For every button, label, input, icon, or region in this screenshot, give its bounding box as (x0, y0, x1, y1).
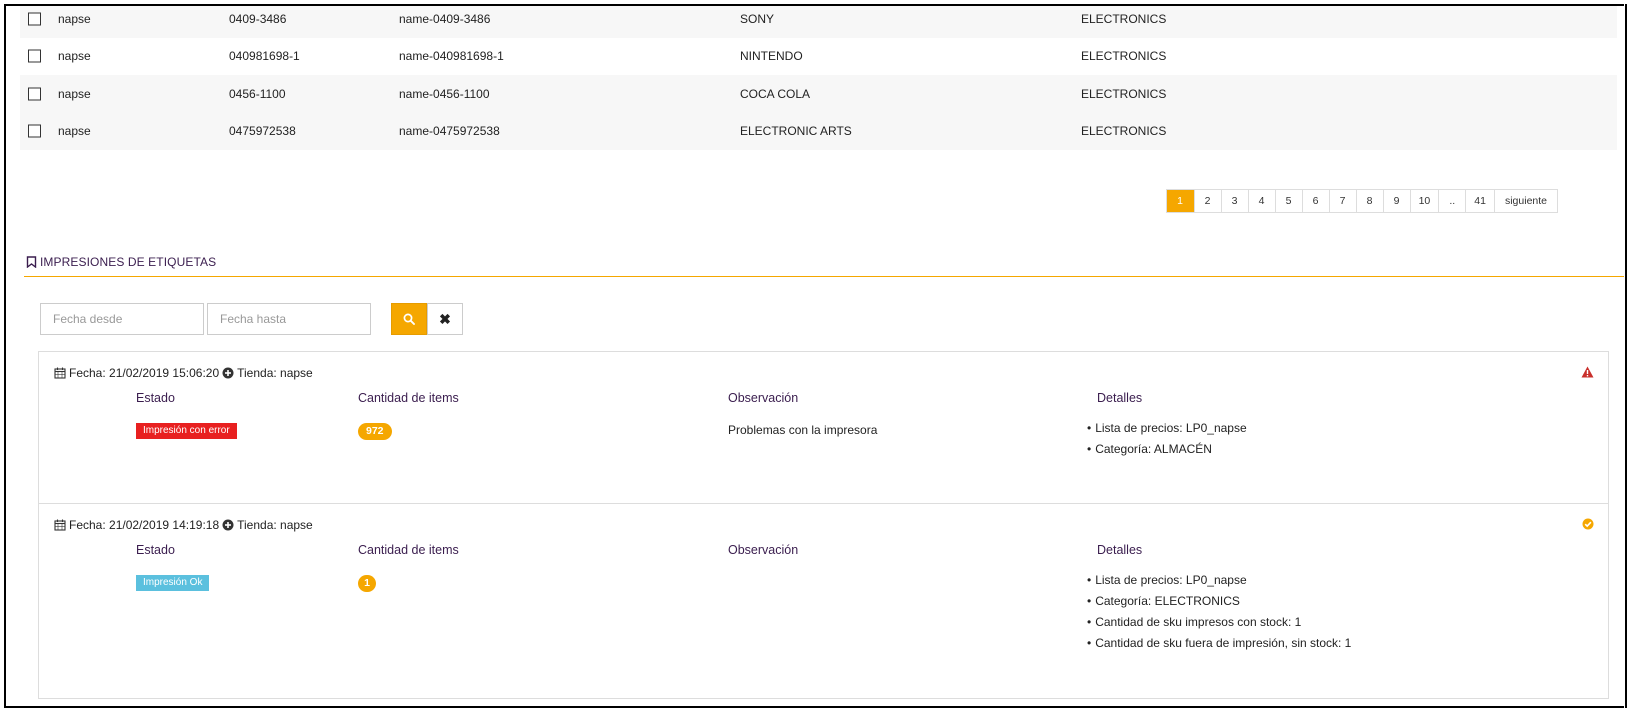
cell-category: ELECTRONICS (1081, 86, 1167, 101)
detail-item: Categoría: ELECTRONICS (1087, 591, 1351, 612)
row-checkbox[interactable] (28, 12, 41, 26)
cell-brand: SONY (740, 11, 775, 26)
section-title: IMPRESIONES DE ETIQUETAS (26, 255, 216, 269)
items-count-badge: 972 (358, 423, 392, 440)
cell-brand: ELECTRONIC ARTS (740, 124, 852, 139)
print-record-header: Fecha: 21/02/2019 14:19:18 Tienda: napse (54, 518, 313, 532)
col-detalles: Detalles (1097, 391, 1143, 405)
next-page-button[interactable]: siguiente (1493, 190, 1557, 212)
page-41[interactable]: 41 (1465, 190, 1494, 212)
col-cantidad: Cantidad de items (358, 543, 459, 557)
print-store: Tienda: napse (237, 518, 313, 532)
print-record-header: Fecha: 21/02/2019 15:06:20 Tienda: napse (54, 366, 313, 380)
products-table: napse 0409-3486 name-0409-3486 SONY ELEC… (20, 6, 1617, 150)
col-estado: Estado (136, 543, 175, 557)
cell-category: ELECTRONICS (1081, 49, 1167, 64)
page-4[interactable]: 4 (1247, 190, 1275, 212)
cell-brand: COCA COLA (740, 86, 811, 101)
table-row[interactable]: napse 0475972538 name-0475972538 ELECTRO… (20, 112, 1617, 150)
cell-code: 0409-3486 (229, 11, 287, 26)
row-checkbox[interactable] (28, 87, 41, 101)
cell-code: 040981698-1 (229, 49, 300, 64)
col-observacion: Observación (728, 543, 799, 557)
details-list: Lista de precios: LP0_napse Categoría: E… (1087, 570, 1351, 654)
plus-circle-icon (222, 519, 234, 531)
page-9[interactable]: 9 (1382, 190, 1410, 212)
row-checkbox[interactable] (28, 124, 41, 138)
page-2[interactable]: 2 (1193, 190, 1221, 212)
cell-store: napse (58, 49, 91, 64)
print-record: Fecha: 21/02/2019 15:06:20 Tienda: napse… (38, 351, 1609, 504)
cell-category: ELECTRONICS (1081, 11, 1167, 26)
page-6[interactable]: 6 (1301, 190, 1329, 212)
page-3[interactable]: 3 (1220, 190, 1248, 212)
cell-name: name-0475972538 (399, 124, 500, 139)
row-checkbox[interactable] (28, 49, 41, 63)
col-detalles: Detalles (1097, 543, 1143, 557)
table-row[interactable]: napse 040981698-1 name-040981698-1 NINTE… (20, 38, 1617, 76)
status-badge: Impresión Ok (136, 575, 210, 591)
detail-item: Cantidad de sku impresos con stock: 1 (1087, 612, 1351, 633)
pagination: 1 2 3 4 5 6 7 8 9 10 .. 41 siguiente (1165, 189, 1558, 213)
cell-store: napse (58, 86, 91, 101)
page-7[interactable]: 7 (1328, 190, 1356, 212)
date-from-input[interactable]: Fecha desde (40, 303, 204, 335)
clear-button[interactable]: ✖ (427, 303, 463, 335)
plus-circle-icon (222, 367, 234, 379)
page-ellipsis[interactable]: .. (1438, 190, 1466, 212)
table-row[interactable]: napse 0409-3486 name-0409-3486 SONY ELEC… (20, 6, 1617, 38)
table-row[interactable]: napse 0456-1100 name-0456-1100 COCA COLA… (20, 75, 1617, 113)
print-record: Fecha: 21/02/2019 14:19:18 Tienda: napse… (38, 503, 1609, 699)
cell-store: napse (58, 11, 91, 26)
close-icon: ✖ (439, 310, 451, 327)
cell-category: ELECTRONICS (1081, 124, 1167, 139)
frame-edge (1625, 4, 1631, 708)
print-date: Fecha: 21/02/2019 15:06:20 (69, 366, 220, 380)
search-button[interactable] (391, 303, 427, 335)
items-count-badge: 1 (358, 575, 376, 592)
cell-code: 0456-1100 (229, 86, 286, 101)
cell-name: name-040981698-1 (399, 49, 504, 64)
col-observacion: Observación (728, 391, 799, 405)
section-divider (24, 276, 1624, 277)
section-title-text: IMPRESIONES DE ETIQUETAS (40, 255, 217, 269)
cell-store: napse (58, 124, 91, 139)
calendar-icon (54, 367, 66, 379)
status-badge: Impresión con error (136, 423, 237, 439)
page-5[interactable]: 5 (1274, 190, 1302, 212)
detail-item: Lista de precios: LP0_napse (1087, 418, 1246, 439)
col-cantidad: Cantidad de items (358, 391, 459, 405)
warning-icon (1581, 366, 1594, 378)
detail-item: Lista de precios: LP0_napse (1087, 570, 1351, 591)
cell-name: name-0409-3486 (399, 11, 491, 26)
col-estado: Estado (136, 391, 175, 405)
bookmark-icon (26, 256, 37, 268)
page-1[interactable]: 1 (1166, 190, 1194, 212)
page-10[interactable]: 10 (1409, 190, 1439, 212)
detail-item: Categoría: ALMACÉN (1087, 439, 1247, 460)
print-date: Fecha: 21/02/2019 14:19:18 (69, 518, 220, 532)
calendar-icon (54, 519, 66, 531)
cell-name: name-0456-1100 (399, 86, 490, 101)
date-to-input[interactable]: Fecha hasta (207, 303, 371, 335)
print-store: Tienda: napse (237, 366, 313, 380)
cell-code: 0475972538 (229, 124, 296, 139)
search-icon (403, 313, 415, 325)
check-circle-icon (1582, 518, 1594, 530)
details-list: Lista de precios: LP0_napse Categoría: A… (1087, 418, 1247, 460)
observation-text: Problemas con la impresora (728, 423, 878, 437)
detail-item: Cantidad de sku fuera de impresión, sin … (1087, 633, 1351, 654)
page-8[interactable]: 8 (1355, 190, 1383, 212)
cell-brand: NINTENDO (740, 49, 803, 64)
